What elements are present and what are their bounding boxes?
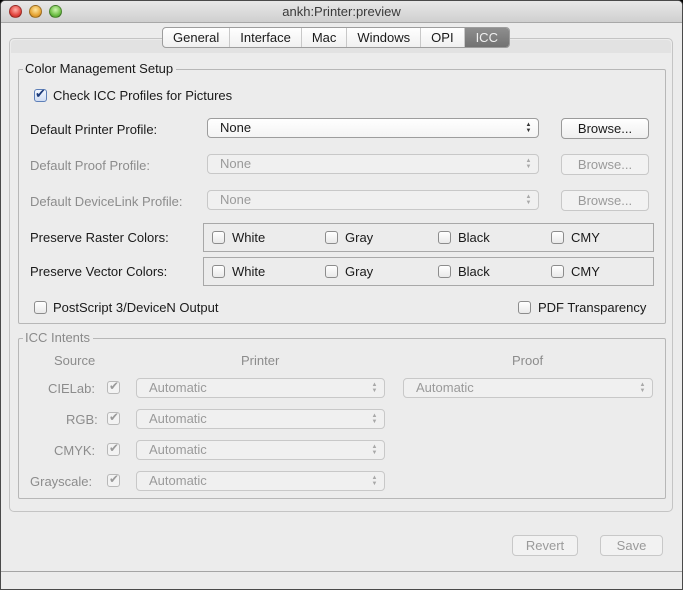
tab-mac[interactable]: Mac <box>302 28 348 47</box>
preferences-window: ankh:Printer:preview General Interface M… <box>0 0 683 590</box>
raster-gray-checkbox[interactable] <box>325 231 338 244</box>
pdf-transparency-label: PDF Transparency <box>538 300 647 315</box>
cmyk-checkbox[interactable] <box>107 441 120 456</box>
printer-profile-label: Default Printer Profile: <box>30 122 158 137</box>
title-bar: ankh:Printer:preview <box>1 1 682 23</box>
cielab-printer-intent-value: Automatic <box>149 380 207 395</box>
preserve-raster-label: Preserve Raster Colors: <box>30 230 169 245</box>
stepper-arrows-icon: ▲ ▼ <box>525 194 532 206</box>
window-title: ankh:Printer:preview <box>282 4 401 19</box>
postscript-devicen-checkbox[interactable] <box>34 301 47 314</box>
proof-header: Proof <box>512 353 544 368</box>
proof-profile-value: None <box>220 156 252 171</box>
stepper-arrows-icon: ▲ ▼ <box>371 413 378 425</box>
vector-black-label: Black <box>458 264 490 279</box>
postscript-devicen-label: PostScript 3/DeviceN Output <box>53 300 219 315</box>
color-management-title: Color Management Setup <box>23 61 177 77</box>
icc-intents-title: ICC Intents <box>23 330 94 346</box>
vector-white-checkbox[interactable] <box>212 265 225 278</box>
stepper-arrows-icon: ▲ ▼ <box>371 382 378 394</box>
zoom-window-icon[interactable] <box>49 5 62 18</box>
cielab-printer-intent-select[interactable]: Automatic ▲ ▼ <box>136 378 385 398</box>
rgb-printer-intent-value: Automatic <box>149 411 207 426</box>
vector-black-checkbox[interactable] <box>438 265 451 278</box>
tab-bar: General Interface Mac Windows OPI ICC <box>162 27 510 48</box>
save-button[interactable]: Save <box>600 535 663 556</box>
devicelink-profile-value: None <box>220 192 252 207</box>
printer-profile-value: None <box>220 120 252 135</box>
devicelink-profile-select[interactable]: None ▲ ▼ <box>207 190 539 210</box>
vector-white-label: White <box>232 264 266 279</box>
printer-header: Printer <box>241 353 280 368</box>
grayscale-checkbox[interactable] <box>107 472 120 487</box>
grayscale-printer-intent-select[interactable]: Automatic ▲ ▼ <box>136 471 385 491</box>
devicelink-profile-label: Default DeviceLink Profile: <box>30 194 183 209</box>
vector-cmy-checkbox[interactable] <box>551 265 564 278</box>
grayscale-source-label: Grayscale: <box>30 474 93 489</box>
tab-general[interactable]: General <box>163 28 231 47</box>
cielab-checkbox[interactable] <box>107 379 120 394</box>
vector-gray-label: Gray <box>345 264 374 279</box>
pdf-transparency-checkbox[interactable] <box>518 301 531 314</box>
stepper-arrows-icon: ▲ ▼ <box>525 122 532 134</box>
preserve-vector-label: Preserve Vector Colors: <box>30 264 168 279</box>
cielab-proof-intent-value: Automatic <box>416 380 474 395</box>
proof-profile-select[interactable]: None ▲ ▼ <box>207 154 539 174</box>
raster-black-label: Black <box>458 230 490 245</box>
cmyk-source-label: CMYK: <box>54 443 96 458</box>
vector-cmy-label: CMY <box>571 264 600 279</box>
tab-windows[interactable]: Windows <box>347 28 422 47</box>
raster-cmy-label: CMY <box>571 230 600 245</box>
raster-gray-label: Gray <box>345 230 374 245</box>
tab-interface[interactable]: Interface <box>230 28 302 47</box>
cmyk-printer-intent-value: Automatic <box>149 442 207 457</box>
raster-cmy-checkbox[interactable] <box>551 231 564 244</box>
tab-opi[interactable]: OPI <box>421 28 465 47</box>
stepper-arrows-icon: ▲ ▼ <box>525 158 532 170</box>
devicelink-profile-browse-button[interactable]: Browse... <box>561 190 649 211</box>
minimize-window-icon[interactable] <box>29 5 42 18</box>
check-icc-checkbox[interactable] <box>34 86 47 102</box>
printer-profile-select[interactable]: None ▲ ▼ <box>207 118 539 138</box>
stepper-arrows-icon: ▲ ▼ <box>371 444 378 456</box>
proof-profile-label: Default Proof Profile: <box>30 158 150 173</box>
rgb-printer-intent-select[interactable]: Automatic ▲ ▼ <box>136 409 385 429</box>
proof-profile-browse-button[interactable]: Browse... <box>561 154 649 175</box>
cielab-proof-intent-select[interactable]: Automatic ▲ ▼ <box>403 378 653 398</box>
revert-button[interactable]: Revert <box>512 535 578 556</box>
cmyk-printer-intent-select[interactable]: Automatic ▲ ▼ <box>136 440 385 460</box>
close-window-icon[interactable] <box>9 5 22 18</box>
tab-icc[interactable]: ICC <box>464 28 509 47</box>
source-header: Source <box>54 353 96 368</box>
raster-black-checkbox[interactable] <box>438 231 451 244</box>
printer-profile-browse-button[interactable]: Browse... <box>561 118 649 139</box>
check-icc-label: Check ICC Profiles for Pictures <box>53 88 233 103</box>
vector-gray-checkbox[interactable] <box>325 265 338 278</box>
status-bar <box>1 571 682 589</box>
stepper-arrows-icon: ▲ ▼ <box>639 382 646 394</box>
stepper-arrows-icon: ▲ ▼ <box>371 475 378 487</box>
raster-white-label: White <box>232 230 266 245</box>
rgb-checkbox[interactable] <box>107 410 120 425</box>
rgb-source-label: RGB: <box>66 412 98 427</box>
raster-white-checkbox[interactable] <box>212 231 225 244</box>
cielab-source-label: CIELab: <box>48 381 95 396</box>
grayscale-printer-intent-value: Automatic <box>149 473 207 488</box>
